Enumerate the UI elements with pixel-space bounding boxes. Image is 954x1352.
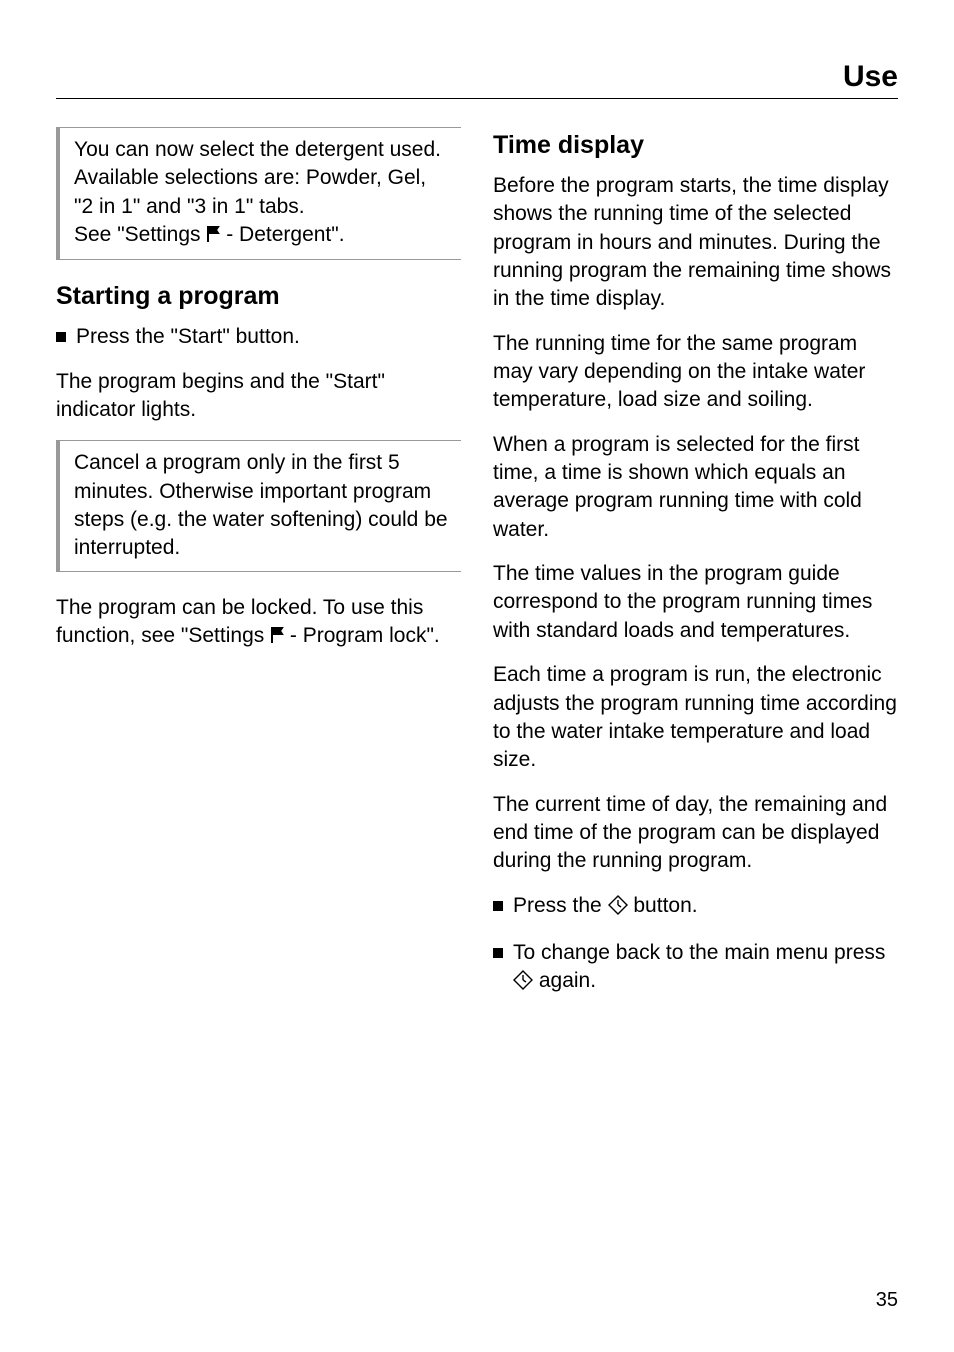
press-clock-prefix: Press the [513, 894, 608, 917]
right-column: Time display Before the program starts, … [493, 127, 898, 1015]
back-main-suffix: again. [533, 969, 596, 992]
cancel-warning-box: Cancel a program only in the first 5 min… [56, 440, 461, 571]
para-time-2: The running time for the same program ma… [493, 330, 898, 415]
bullet-square-icon [56, 332, 66, 342]
cancel-warning-text: Cancel a program only in the first 5 min… [74, 449, 449, 562]
bullet-press-clock-text: Press the button. [513, 892, 898, 923]
header-title: Use [843, 60, 898, 93]
press-clock-suffix: button. [628, 894, 698, 917]
para-time-6: The current time of day, the remaining a… [493, 791, 898, 876]
para-program-lock: The program can be locked. To use this f… [56, 594, 461, 653]
bullet-back-main-text: To change back to the main menu press ag… [513, 939, 898, 999]
detergent-line2-suffix: - Detergent". [220, 223, 344, 246]
heading-starting-program: Starting a program [56, 282, 461, 311]
page-header: Use [56, 60, 898, 99]
bullet-press-start-text: Press the "Start" button. [76, 323, 461, 351]
detergent-note-line1: You can now select the detergent used. A… [74, 136, 449, 221]
para-time-1: Before the program starts, the time disp… [493, 172, 898, 314]
bullet-back-main: To change back to the main menu press ag… [493, 939, 898, 999]
para-program-begins: The program begins and the "Start" indic… [56, 368, 461, 425]
bullet-press-clock: Press the button. [493, 892, 898, 923]
flag-icon [206, 223, 220, 251]
left-column: You can now select the detergent used. A… [56, 127, 461, 1015]
detergent-note-box: You can now select the detergent used. A… [56, 127, 461, 260]
detergent-note-line2: See "Settings - Detergent". [74, 221, 449, 251]
detergent-line2-prefix: See "Settings [74, 223, 206, 246]
bullet-square-icon [493, 901, 503, 911]
flag-icon [270, 624, 284, 652]
program-lock-suffix: - Program lock". [284, 624, 440, 647]
bullet-square-icon [493, 948, 503, 958]
para-time-3: When a program is selected for the first… [493, 431, 898, 544]
clock-icon [608, 895, 628, 923]
clock-icon [513, 970, 533, 998]
back-main-prefix: To change back to the main menu press [513, 941, 885, 964]
para-time-5: Each time a program is run, the electron… [493, 661, 898, 774]
page-number: 35 [876, 1289, 898, 1312]
para-time-4: The time values in the program guide cor… [493, 560, 898, 645]
heading-time-display: Time display [493, 131, 898, 160]
bullet-press-start: Press the "Start" button. [56, 323, 461, 351]
